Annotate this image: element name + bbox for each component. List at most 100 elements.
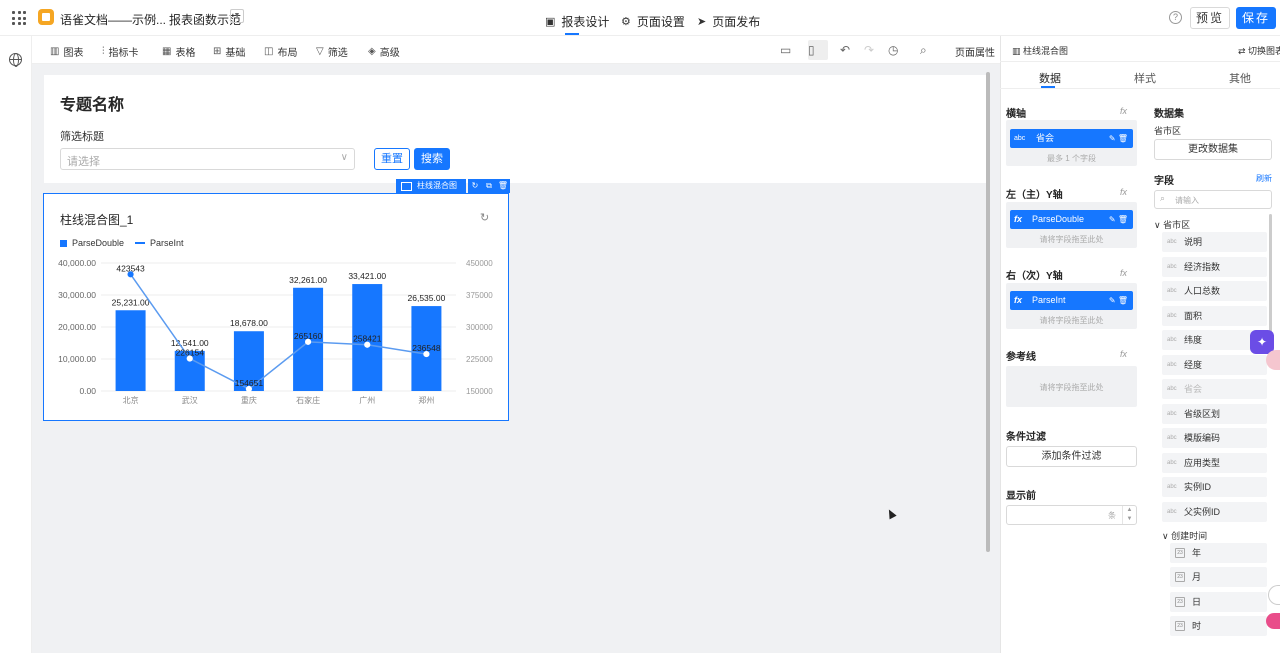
toolbar-basic[interactable]: ⊞ 基础 bbox=[213, 44, 245, 59]
right-y-field-pill[interactable]: fx ParseInt ✎ 🗑 bbox=[1010, 291, 1133, 310]
bar-data-label: 18,678.00 bbox=[230, 318, 268, 328]
calendar-icon: 23 bbox=[1175, 548, 1185, 558]
left-rail bbox=[0, 36, 32, 653]
refresh-fields-link[interactable]: 刷新 bbox=[1256, 173, 1272, 184]
dataset-name: 省市区 bbox=[1154, 126, 1182, 136]
field-item[interactable]: abc 经度 bbox=[1162, 355, 1267, 375]
field-item[interactable]: abc 实例ID bbox=[1162, 477, 1267, 497]
edit-delete-icons[interactable]: ✎ 🗑 bbox=[1109, 210, 1128, 229]
legend-item-parseint[interactable]: ParseInt bbox=[135, 238, 184, 248]
calendar-icon: 23 bbox=[1175, 621, 1185, 631]
tab-other[interactable]: 其他 bbox=[1229, 70, 1251, 86]
right-y-hint: 请将字段拖至此处 bbox=[1039, 316, 1104, 325]
date-field-item[interactable]: 23 月 bbox=[1170, 567, 1267, 587]
combo-chart-icon: ▥ bbox=[1012, 46, 1024, 56]
edit-delete-icons[interactable]: ✎ 🗑 bbox=[1109, 291, 1128, 310]
bar-data-label: 25,231.00 bbox=[112, 297, 150, 307]
abc-type-tag: abc bbox=[1167, 313, 1177, 319]
field-item[interactable]: abc 父实例ID bbox=[1162, 502, 1267, 522]
tab-report-design[interactable]: ▣ 报表设计 bbox=[545, 13, 609, 30]
change-dataset-button[interactable]: 更改数据集 bbox=[1154, 139, 1272, 160]
left-y-field-pill[interactable]: fx ParseDouble ✎ 🗑 bbox=[1010, 210, 1133, 229]
legend-swatch-line bbox=[135, 242, 145, 244]
toolbar-chart[interactable]: ▥ 图表 bbox=[50, 44, 83, 59]
chart-icon: ▥ bbox=[50, 46, 60, 57]
toolbar-table[interactable]: ▦ 表格 bbox=[162, 44, 195, 59]
line-data-label: 423543 bbox=[116, 263, 145, 273]
float-tab-magenta[interactable] bbox=[1266, 613, 1280, 629]
search-button[interactable]: 搜索 bbox=[414, 148, 450, 170]
line-data-label: 236548 bbox=[412, 343, 441, 353]
fx-icon[interactable]: fx bbox=[1120, 349, 1127, 359]
field-item[interactable]: abc 模版编码 bbox=[1162, 428, 1267, 448]
redo-icon[interactable]: ↷ bbox=[864, 43, 874, 57]
history-icon[interactable]: ◷ bbox=[888, 43, 898, 57]
toolbar-filter[interactable]: ▽ 筛选 bbox=[316, 44, 348, 59]
tab-page-publish[interactable]: ➤ 页面发布 bbox=[697, 13, 760, 30]
field-item[interactable]: abc 省级区划 bbox=[1162, 404, 1267, 424]
stepper-icon[interactable]: ▲ ▼ bbox=[1122, 506, 1136, 524]
fx-icon[interactable]: fx bbox=[1120, 187, 1127, 197]
page-dropdown-button[interactable]: ▼ bbox=[230, 9, 244, 23]
globe-icon[interactable] bbox=[9, 53, 22, 67]
tab-style[interactable]: 样式 bbox=[1134, 70, 1156, 86]
refresh-component-icon[interactable]: ↻ bbox=[468, 179, 482, 193]
edit-delete-icons[interactable]: ✎ 🗑 bbox=[1109, 129, 1128, 148]
field-item[interactable]: abc 经济指数 bbox=[1162, 257, 1267, 277]
switch-chart-button[interactable]: ⇄ 切换图表 bbox=[1238, 44, 1280, 57]
legend-swatch-bar bbox=[60, 239, 67, 247]
fx-icon[interactable]: fx bbox=[1120, 106, 1127, 116]
add-condition-filter-button[interactable]: 添加条件过滤 bbox=[1006, 446, 1137, 467]
show-top-input[interactable]: 条 ▲ ▼ bbox=[1006, 505, 1137, 525]
x-axis-field-pill[interactable]: abc 省会 ✎ 🗑 bbox=[1010, 129, 1133, 148]
field-item[interactable]: abc 省会 bbox=[1162, 379, 1267, 399]
reference-line-label: 参考线 bbox=[1006, 352, 1036, 363]
chart-refresh-icon[interactable]: ↻ bbox=[480, 211, 489, 224]
app-grid-icon[interactable] bbox=[12, 11, 26, 25]
field-group-province[interactable]: ∨ 省市区 bbox=[1154, 218, 1190, 231]
date-field-item[interactable]: 23 时 bbox=[1170, 616, 1267, 636]
y-tick-label: 20,000.00 bbox=[58, 322, 96, 332]
x-axis-hint: 最多 1 个字段 bbox=[1047, 154, 1096, 163]
toolbar-advanced[interactable]: ◈ 高级 bbox=[368, 44, 400, 59]
field-item[interactable]: abc 面积 bbox=[1162, 306, 1267, 326]
abc-type-tag: abc bbox=[1167, 484, 1177, 490]
bar-data-label: 26,535.00 bbox=[408, 293, 446, 303]
calendar-icon: 23 bbox=[1175, 572, 1185, 582]
undo-icon[interactable]: ↶ bbox=[840, 43, 850, 57]
legend-item-parsedouble[interactable]: ParseDouble bbox=[60, 238, 124, 248]
x-tick-label: 郑州 bbox=[418, 395, 434, 405]
copy-component-icon[interactable]: ⧉ bbox=[482, 179, 496, 193]
preview-button[interactable]: 预览 bbox=[1190, 7, 1230, 29]
help-icon[interactable]: ? bbox=[1169, 11, 1182, 24]
field-group-created-time[interactable]: ∨ 创建时间 bbox=[1162, 529, 1207, 542]
save-button[interactable]: 保存 bbox=[1236, 7, 1276, 29]
page-properties-button[interactable]: 页面属性 bbox=[955, 44, 995, 59]
field-item[interactable]: abc 应用类型 bbox=[1162, 453, 1267, 473]
mobile-icon[interactable]: ▯ bbox=[808, 43, 815, 57]
tab-page-settings[interactable]: ⚙ 页面设置 bbox=[621, 13, 685, 30]
field-item[interactable]: abc 人口总数 bbox=[1162, 281, 1267, 301]
float-tab-pink[interactable] bbox=[1266, 350, 1280, 370]
zoom-search-icon[interactable]: ⌕ bbox=[920, 43, 927, 58]
date-field-item[interactable]: 23 日 bbox=[1170, 592, 1267, 612]
toolbar-kpi[interactable]: ⫶ 指标卡 bbox=[102, 44, 139, 59]
filter-select[interactable]: 请选择 ∨ bbox=[60, 148, 355, 170]
x-tick-label: 武汉 bbox=[182, 395, 198, 405]
field-item[interactable]: abc 说明 bbox=[1162, 232, 1267, 252]
reset-button[interactable]: 重置 bbox=[374, 148, 410, 170]
canvas-scrollbar[interactable] bbox=[986, 72, 990, 552]
selected-component-tag[interactable]: 柱线混合图 bbox=[396, 179, 466, 193]
abc-type-tag: abc bbox=[1167, 435, 1177, 441]
left-y-axis-label: 左（主）Y轴 bbox=[1006, 190, 1063, 201]
fx-icon[interactable]: fx bbox=[1120, 268, 1127, 278]
fx-icon: fx bbox=[1014, 295, 1023, 305]
breadcrumb-app[interactable]: 语雀文档——示例... bbox=[60, 11, 166, 28]
abc-type-tag: abc bbox=[1167, 264, 1177, 270]
field-search-input[interactable]: ⌕ 请输入 bbox=[1154, 190, 1272, 209]
left-y-hint: 请将字段拖至此处 bbox=[1039, 235, 1104, 244]
tab-data[interactable]: 数据 bbox=[1039, 70, 1061, 86]
toolbar-layout[interactable]: ◫ 布局 bbox=[264, 44, 297, 59]
date-field-item[interactable]: 23 年 bbox=[1170, 543, 1267, 563]
delete-component-icon[interactable]: 🗑 bbox=[496, 179, 510, 193]
